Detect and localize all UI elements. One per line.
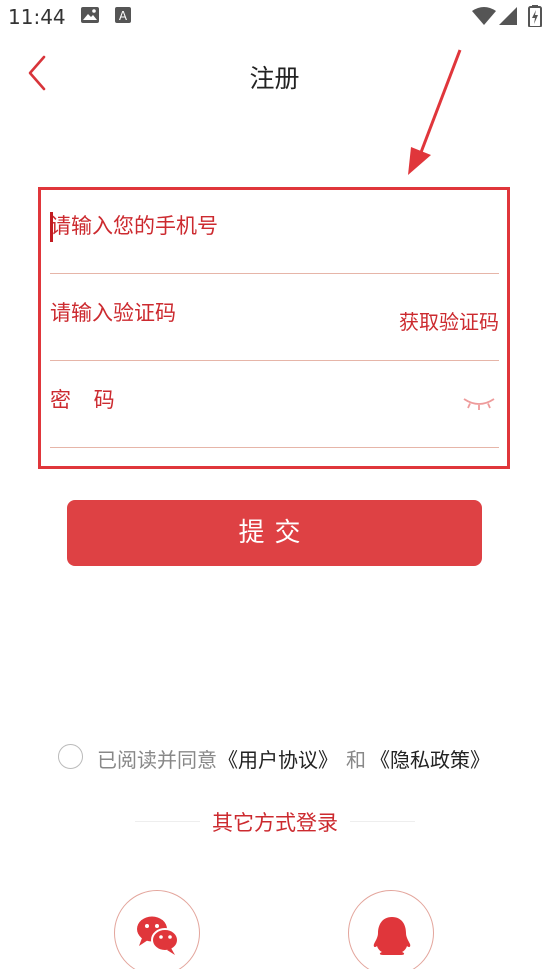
agreement-checkbox[interactable] bbox=[58, 744, 83, 769]
wechat-icon bbox=[137, 916, 179, 955]
divider bbox=[350, 821, 415, 822]
get-code-button[interactable]: 获取验证码 bbox=[399, 306, 499, 335]
password-visibility-toggle[interactable] bbox=[461, 391, 497, 415]
other-login-section: 其它方式登录 bbox=[135, 807, 415, 837]
qq-login-button[interactable] bbox=[348, 890, 434, 969]
text-cursor bbox=[50, 212, 53, 242]
verification-code-field: 获取验证码 bbox=[50, 274, 499, 361]
status-time: 11:44 bbox=[8, 5, 66, 29]
eye-closed-icon bbox=[463, 398, 495, 410]
status-bar: 11:44 A bbox=[0, 0, 549, 34]
agreement-and: 和 bbox=[346, 748, 366, 772]
agreement-prefix: 已阅读并同意 bbox=[97, 748, 217, 772]
wifi-icon bbox=[472, 7, 496, 29]
svg-text:A: A bbox=[119, 9, 128, 23]
user-agreement-link[interactable]: 《用户协议》 bbox=[218, 744, 338, 773]
other-login-label: 其它方式登录 bbox=[212, 811, 338, 835]
password-input[interactable] bbox=[50, 383, 449, 417]
verification-code-input[interactable] bbox=[50, 296, 379, 330]
accessibility-icon: A bbox=[114, 6, 132, 28]
battery-icon bbox=[528, 5, 542, 31]
phone-field bbox=[50, 187, 499, 274]
qq-icon bbox=[373, 917, 411, 955]
page-title: 注册 bbox=[249, 64, 300, 93]
phone-input[interactable] bbox=[50, 209, 499, 243]
signal-icon bbox=[499, 7, 517, 29]
password-field bbox=[50, 361, 499, 448]
wechat-login-button[interactable] bbox=[114, 890, 200, 969]
submit-button[interactable]: 提交 bbox=[67, 500, 482, 566]
nav-bar: 注册 bbox=[0, 45, 549, 105]
image-icon bbox=[80, 6, 100, 28]
privacy-policy-link[interactable]: 《隐私政策》 bbox=[370, 744, 490, 773]
